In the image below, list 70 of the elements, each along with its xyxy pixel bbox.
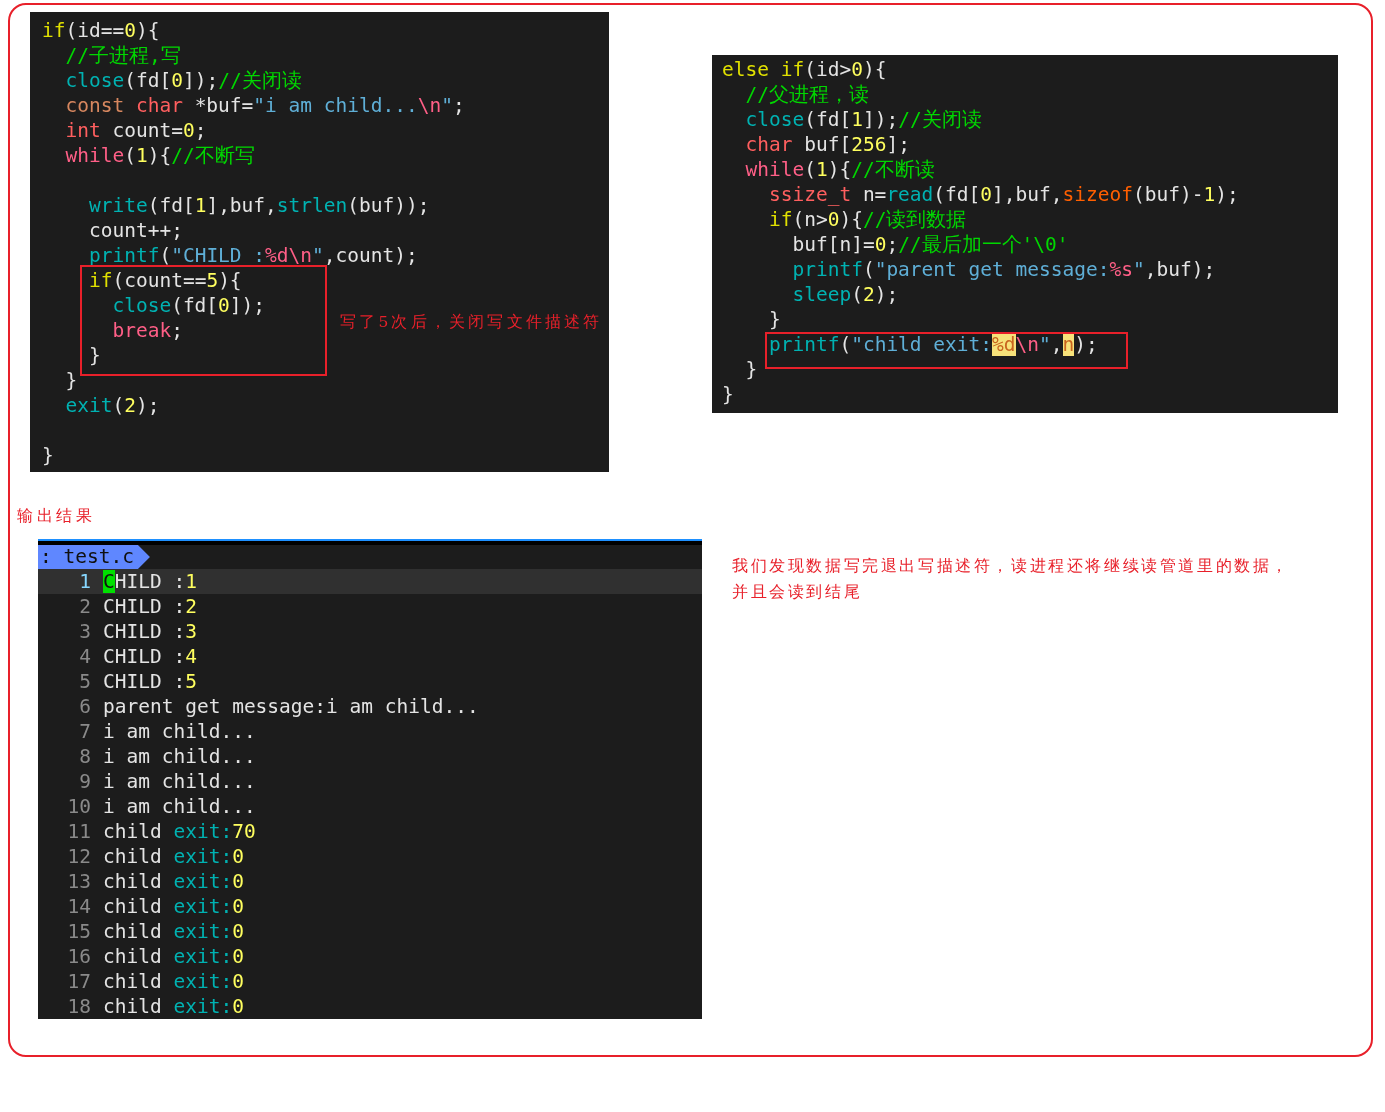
code-line: buf[n]=0;//最后加一个'\0': [791, 232, 1069, 257]
line-text: child exit:0: [103, 969, 244, 994]
line-number: 16: [66, 944, 91, 969]
line-number: 9: [78, 769, 91, 794]
code-line: }: [42, 443, 54, 468]
code-line: char buf[256];: [744, 132, 910, 157]
line-number: 17: [66, 969, 91, 994]
code-line: count++;: [87, 218, 183, 243]
code-line: else if(id>0){: [722, 57, 887, 82]
line-text: child exit:0: [103, 994, 244, 1019]
line-number: 10: [66, 794, 91, 819]
code-line: //子进程,写: [64, 43, 181, 68]
line-text: CHILD :2: [103, 594, 197, 619]
code-line: const char *buf="i am child...\n";: [64, 93, 465, 118]
caption: 输出结果: [17, 506, 95, 527]
code-line: if(n>0){//读到数据: [767, 207, 967, 232]
line-text: i am child...: [103, 744, 256, 769]
line-number: 15: [66, 919, 91, 944]
line-text: CHILD :4: [103, 644, 197, 669]
line-number: 2: [78, 594, 91, 619]
code-line: sleep(2);: [791, 282, 899, 307]
line-number: 12: [66, 844, 91, 869]
line-text: child exit:0: [103, 869, 244, 894]
code-line: if(count==5){: [87, 268, 242, 293]
code-line: }: [722, 382, 734, 407]
line-number: 1: [78, 569, 91, 594]
code-line: close(fd[0]);: [111, 293, 266, 318]
line-text: child exit:70: [103, 819, 256, 844]
line-number: 14: [66, 894, 91, 919]
code-line: //父进程，读: [744, 82, 869, 107]
code-line: exit(2);: [64, 393, 160, 418]
code-line: while(1){//不断读: [744, 157, 935, 182]
file-tab[interactable]: : test.c: [38, 545, 150, 569]
code-line: write(fd[1],buf,strlen(buf));: [87, 193, 430, 218]
code-line: printf("CHILD :%d\n",count);: [87, 243, 418, 268]
line-text: child exit:0: [103, 844, 244, 869]
line-text: i am child...: [103, 719, 256, 744]
code-line: printf("parent get message:%s",buf);: [791, 257, 1216, 282]
line-number: 11: [66, 819, 91, 844]
code-line: }: [744, 357, 758, 382]
line-text: i am child...: [103, 769, 256, 794]
line-text: CHILD :1: [103, 569, 197, 594]
line-text: child exit:0: [103, 919, 244, 944]
code-line: }: [767, 307, 781, 332]
line-text: child exit:0: [103, 944, 244, 969]
code-line: break;: [111, 318, 183, 343]
line-text: CHILD :3: [103, 619, 197, 644]
conclusion-text: 我们发现数据写完退出写描述符，读进程还将继续读管道里的数据，并且会读到结尾: [732, 555, 1291, 603]
code-line: int count=0;: [64, 118, 207, 143]
annotation: 写了5次后，关闭写文件描述符: [340, 312, 603, 333]
line-text: i am child...: [103, 794, 256, 819]
code-line: if(id==0){: [42, 18, 160, 43]
code-line: }: [87, 343, 101, 368]
line-number: 5: [78, 669, 91, 694]
line-text: child exit:0: [103, 894, 244, 919]
code-line: close(fd[0]);//关闭读: [64, 68, 302, 93]
line-text: parent get message:i am child...: [103, 694, 479, 719]
code-line: printf("child exit:%d\n",n);: [767, 332, 1098, 357]
code-line: close(fd[1]);//关闭读: [744, 107, 982, 132]
line-number: 6: [78, 694, 91, 719]
code-line: while(1){//不断写: [64, 143, 255, 168]
line-number: 8: [78, 744, 91, 769]
line-text: CHILD :5: [103, 669, 197, 694]
line-number: 18: [66, 994, 91, 1019]
line-number: 13: [66, 869, 91, 894]
line-number: 4: [78, 644, 91, 669]
code-line: ssize_t n=read(fd[0],buf,sizeof(buf)-1);: [767, 182, 1239, 207]
code-line: }: [64, 368, 78, 393]
line-number: 7: [78, 719, 91, 744]
line-number: 3: [78, 619, 91, 644]
